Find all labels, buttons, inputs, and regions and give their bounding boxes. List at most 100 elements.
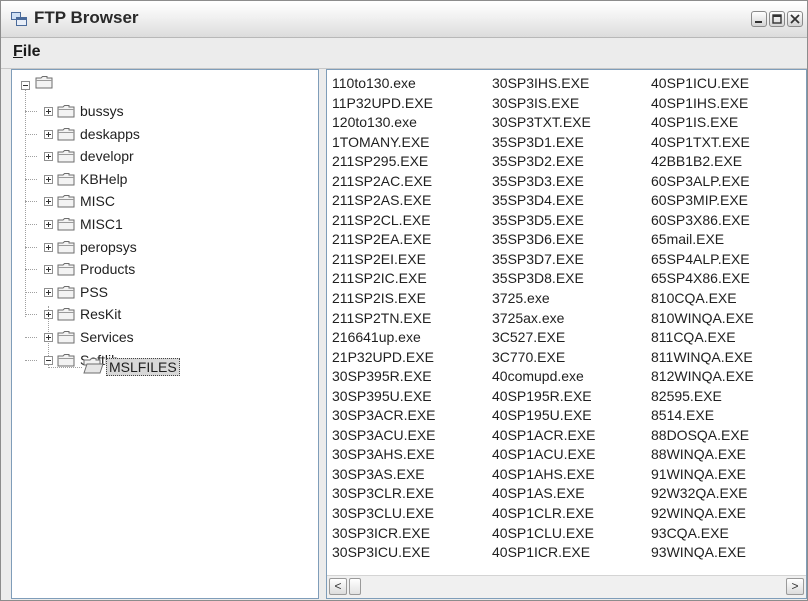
file-item[interactable]: 40SP1ACR.EXE [492, 426, 596, 446]
tree-item-reskit[interactable]: ResKit [80, 306, 121, 322]
file-item[interactable]: 92W32QA.EXE [651, 484, 754, 504]
collapse-toggle[interactable] [44, 355, 53, 365]
file-item[interactable]: 812WINQA.EXE [651, 367, 754, 387]
minimize-button[interactable] [751, 11, 767, 27]
file-item[interactable]: 811CQA.EXE [651, 328, 754, 348]
tree-item-developr[interactable]: developr [80, 148, 134, 164]
tree-item-peropsys[interactable]: peropsys [80, 239, 137, 255]
file-item[interactable]: 40SP1AS.EXE [492, 484, 596, 504]
file-item[interactable]: 3C527.EXE [492, 328, 596, 348]
file-item[interactable]: 216641up.exe [332, 328, 436, 348]
file-item[interactable]: 40SP1IHS.EXE [651, 94, 754, 114]
file-item[interactable]: 30SP3ICU.EXE [332, 543, 436, 563]
expand-toggle[interactable] [44, 220, 53, 229]
file-item[interactable]: 30SP3AHS.EXE [332, 445, 436, 465]
folder-tree[interactable]: bussys deskapps developr KBHelp MISC MISC1 per… [11, 69, 319, 599]
file-item[interactable]: 40SP1CLR.EXE [492, 504, 596, 524]
file-item[interactable]: 211SP2EI.EXE [332, 250, 436, 270]
file-item[interactable]: 30SP3CLR.EXE [332, 484, 436, 504]
file-item[interactable]: 35SP3D6.EXE [492, 230, 596, 250]
file-item[interactable]: 110to130.exe [332, 74, 436, 94]
file-item[interactable]: 93CQA.EXE [651, 524, 754, 544]
root-collapse-toggle[interactable] [21, 81, 30, 90]
file-item[interactable]: 40SP1ICR.EXE [492, 543, 596, 563]
file-item[interactable]: 35SP3D7.EXE [492, 250, 596, 270]
file-item[interactable]: 65mail.EXE [651, 230, 754, 250]
file-item[interactable]: 30SP3ACR.EXE [332, 406, 436, 426]
file-item[interactable]: 60SP3MIP.EXE [651, 191, 754, 211]
tree-item-pss[interactable]: PSS [80, 284, 108, 300]
file-item[interactable]: 30SP3IHS.EXE [492, 74, 596, 94]
file-item[interactable]: 88WINQA.EXE [651, 445, 754, 465]
tree-item-services[interactable]: Services [80, 329, 134, 345]
tree-item-mslfiles[interactable]: MSLFILES [106, 358, 180, 376]
file-item[interactable]: 60SP3X86.EXE [651, 211, 754, 231]
file-item[interactable]: 211SP2AC.EXE [332, 172, 436, 192]
expand-toggle[interactable] [44, 333, 53, 342]
file-item[interactable]: 30SP395U.EXE [332, 387, 436, 407]
expand-toggle[interactable] [44, 287, 53, 297]
tree-item-misc1[interactable]: MISC1 [80, 216, 123, 232]
file-item[interactable]: 3725.exe [492, 289, 596, 309]
file-item[interactable]: 30SP3AS.EXE [332, 465, 436, 485]
file-item[interactable]: 120to130.exe [332, 113, 436, 133]
file-item[interactable]: 30SP3ACU.EXE [332, 426, 436, 446]
file-item[interactable]: 30SP3CLU.EXE [332, 504, 436, 524]
expand-toggle[interactable] [44, 107, 53, 116]
expand-toggle[interactable] [44, 265, 53, 275]
maximize-button[interactable] [769, 11, 785, 27]
scroll-left-button[interactable]: < [329, 578, 347, 595]
file-item[interactable]: 35SP3D4.EXE [492, 191, 596, 211]
file-item[interactable]: 211SP2IS.EXE [332, 289, 436, 309]
file-item[interactable]: 21P32UPD.EXE [332, 348, 436, 368]
expand-toggle[interactable] [44, 174, 53, 184]
file-item[interactable]: 8514.EXE [651, 406, 754, 426]
file-item[interactable]: 40SP1AHS.EXE [492, 465, 596, 485]
title-bar[interactable]: FTP Browser [1, 1, 807, 38]
file-item[interactable]: 40SP195U.EXE [492, 406, 596, 426]
expand-toggle[interactable] [44, 129, 53, 139]
file-item[interactable]: 35SP3D2.EXE [492, 152, 596, 172]
file-item[interactable]: 40SP1IS.EXE [651, 113, 754, 133]
horizontal-scrollbar[interactable]: < > [327, 575, 806, 598]
file-item[interactable]: 211SP2CL.EXE [332, 211, 436, 231]
tree-item-products[interactable]: Products [80, 261, 135, 277]
expand-toggle[interactable] [44, 152, 53, 162]
file-item[interactable]: 40SP1ACU.EXE [492, 445, 596, 465]
file-item[interactable]: 30SP395R.EXE [332, 367, 436, 387]
file-item[interactable]: 93WINQA.EXE [651, 543, 754, 563]
file-item[interactable]: 30SP3IS.EXE [492, 94, 596, 114]
file-item[interactable]: 35SP3D8.EXE [492, 269, 596, 289]
file-item[interactable]: 211SP2EA.EXE [332, 230, 436, 250]
file-item[interactable]: 211SP2TN.EXE [332, 309, 436, 329]
file-item[interactable]: 35SP3D3.EXE [492, 172, 596, 192]
tree-item-kbhelp[interactable]: KBHelp [80, 171, 127, 187]
file-item[interactable]: 92WINQA.EXE [651, 504, 754, 524]
file-item[interactable]: 211SP295.EXE [332, 152, 436, 172]
tree-item-misc[interactable]: MISC [80, 193, 115, 209]
file-item[interactable]: 3725ax.exe [492, 309, 596, 329]
scroll-right-button[interactable]: > [786, 578, 804, 595]
file-item[interactable]: 40SP195R.EXE [492, 387, 596, 407]
expand-toggle[interactable] [44, 310, 53, 320]
file-item[interactable]: 11P32UPD.EXE [332, 94, 436, 114]
file-item[interactable]: 35SP3D1.EXE [492, 133, 596, 153]
file-item[interactable]: 30SP3ICR.EXE [332, 524, 436, 544]
file-item[interactable]: 91WINQA.EXE [651, 465, 754, 485]
file-item[interactable]: 810CQA.EXE [651, 289, 754, 309]
file-item[interactable]: 3C770.EXE [492, 348, 596, 368]
file-item[interactable]: 810WINQA.EXE [651, 309, 754, 329]
file-item[interactable]: 60SP3ALP.EXE [651, 172, 754, 192]
file-item[interactable]: 40SP1CLU.EXE [492, 524, 596, 544]
file-item[interactable]: 35SP3D5.EXE [492, 211, 596, 231]
file-item[interactable]: 82595.EXE [651, 387, 754, 407]
expand-toggle[interactable] [44, 242, 53, 252]
expand-toggle[interactable] [44, 197, 53, 207]
file-item[interactable]: 40comupd.exe [492, 367, 596, 387]
file-item[interactable]: 88DOSQA.EXE [651, 426, 754, 446]
tree-item-bussys[interactable]: bussys [80, 103, 124, 119]
file-item[interactable]: 42BB1B2.EXE [651, 152, 754, 172]
file-item[interactable]: 1TOMANY.EXE [332, 133, 436, 153]
scrollbar-thumb[interactable] [349, 578, 361, 595]
file-item[interactable]: 30SP3TXT.EXE [492, 113, 596, 133]
